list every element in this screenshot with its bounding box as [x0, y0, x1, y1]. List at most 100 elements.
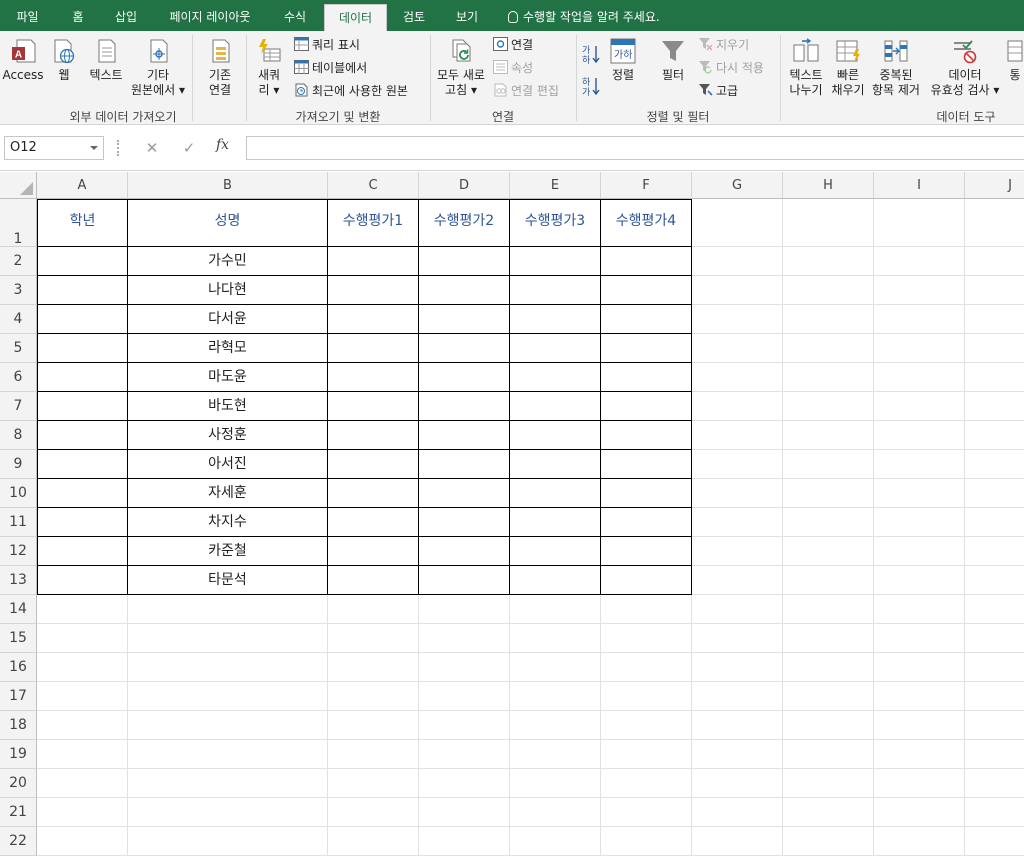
cell-j5[interactable]	[965, 334, 1024, 363]
column-header-c[interactable]: C	[328, 172, 419, 199]
cell-c20[interactable]	[328, 769, 419, 798]
cell-j19[interactable]	[965, 740, 1024, 769]
cell-i21[interactable]	[874, 798, 965, 827]
cell-a6[interactable]	[37, 363, 128, 392]
tab-review[interactable]: 검토	[392, 4, 436, 31]
cell-i8[interactable]	[874, 421, 965, 450]
sort-button[interactable]: 가하 정렬	[606, 37, 640, 83]
cell-c9[interactable]	[328, 450, 419, 479]
cell-d14[interactable]	[419, 595, 510, 624]
cell-h5[interactable]	[783, 334, 874, 363]
cell-d4[interactable]	[419, 305, 510, 334]
cell-c11[interactable]	[328, 508, 419, 537]
cell-b15[interactable]	[128, 624, 328, 653]
cell-b14[interactable]	[128, 595, 328, 624]
column-header-h[interactable]: H	[783, 172, 874, 199]
cell-g2[interactable]	[692, 247, 783, 276]
edit-links-button[interactable]: 연결 편집	[493, 83, 559, 99]
cell-g16[interactable]	[692, 653, 783, 682]
cell-h4[interactable]	[783, 305, 874, 334]
name-cell-b9[interactable]: 아서진	[128, 450, 328, 479]
cell-d3[interactable]	[419, 276, 510, 305]
cell-g10[interactable]	[692, 479, 783, 508]
cell-a8[interactable]	[37, 421, 128, 450]
row-header-1[interactable]: 1	[0, 199, 37, 247]
cell-i3[interactable]	[874, 276, 965, 305]
cell-e21[interactable]	[510, 798, 601, 827]
cell-j2[interactable]	[965, 247, 1024, 276]
cell-e3[interactable]	[510, 276, 601, 305]
cell-d17[interactable]	[419, 682, 510, 711]
formula-bar-grip[interactable]	[117, 140, 120, 156]
connections-button[interactable]: 연결	[493, 37, 533, 53]
cell-f7[interactable]	[601, 392, 692, 421]
cell-j22[interactable]	[965, 827, 1024, 856]
from-table-button[interactable]: 테이블에서	[294, 60, 367, 76]
column-header-b[interactable]: B	[128, 172, 328, 199]
cell-h18[interactable]	[783, 711, 874, 740]
cell-g8[interactable]	[692, 421, 783, 450]
cell-i18[interactable]	[874, 711, 965, 740]
cell-b18[interactable]	[128, 711, 328, 740]
cancel-icon[interactable]: ✕	[142, 139, 162, 157]
data-validation-button[interactable]: 데이터 유효성 검사 ▾	[926, 37, 1004, 98]
row-header-6[interactable]: 6	[0, 363, 37, 392]
cell-j18[interactable]	[965, 711, 1024, 740]
cell-e9[interactable]	[510, 450, 601, 479]
name-cell-b4[interactable]: 다서윤	[128, 305, 328, 334]
name-cell-b10[interactable]: 자세훈	[128, 479, 328, 508]
cell-e22[interactable]	[510, 827, 601, 856]
header-cell-b1[interactable]: 성명	[128, 199, 328, 247]
cell-e6[interactable]	[510, 363, 601, 392]
row-header-9[interactable]: 9	[0, 450, 37, 479]
cell-c19[interactable]	[328, 740, 419, 769]
tab-home[interactable]: 홈	[58, 4, 98, 31]
cell-c6[interactable]	[328, 363, 419, 392]
consolidate-button[interactable]: 통	[1006, 37, 1024, 83]
cell-a12[interactable]	[37, 537, 128, 566]
cell-h21[interactable]	[783, 798, 874, 827]
cell-g19[interactable]	[692, 740, 783, 769]
cell-c13[interactable]	[328, 566, 419, 595]
filter-button[interactable]: 필터	[656, 37, 690, 83]
name-cell-b11[interactable]: 차지수	[128, 508, 328, 537]
cell-c2[interactable]	[328, 247, 419, 276]
cell-d21[interactable]	[419, 798, 510, 827]
cell-a22[interactable]	[37, 827, 128, 856]
row-header-2[interactable]: 2	[0, 247, 37, 276]
row-header-8[interactable]: 8	[0, 421, 37, 450]
cell-c14[interactable]	[328, 595, 419, 624]
chevron-down-icon[interactable]	[90, 146, 98, 150]
cell-c3[interactable]	[328, 276, 419, 305]
cell-a21[interactable]	[37, 798, 128, 827]
cell-e12[interactable]	[510, 537, 601, 566]
header-cell-a1[interactable]: 학년	[37, 199, 128, 247]
cell-i15[interactable]	[874, 624, 965, 653]
row-header-11[interactable]: 11	[0, 508, 37, 537]
row-header-21[interactable]: 21	[0, 798, 37, 827]
cell-f11[interactable]	[601, 508, 692, 537]
sort-desc-button[interactable]: 하가	[580, 75, 602, 101]
flash-fill-button[interactable]: 빠른 채우기	[828, 37, 868, 98]
sort-asc-button[interactable]: 가하	[580, 43, 602, 69]
row-header-20[interactable]: 20	[0, 769, 37, 798]
cell-h12[interactable]	[783, 537, 874, 566]
cell-j21[interactable]	[965, 798, 1024, 827]
cell-i22[interactable]	[874, 827, 965, 856]
cell-d11[interactable]	[419, 508, 510, 537]
from-access-button[interactable]: A Access	[2, 37, 44, 83]
cell-g9[interactable]	[692, 450, 783, 479]
column-header-f[interactable]: F	[601, 172, 692, 199]
cell-e14[interactable]	[510, 595, 601, 624]
cell-a5[interactable]	[37, 334, 128, 363]
cell-d8[interactable]	[419, 421, 510, 450]
cell-j17[interactable]	[965, 682, 1024, 711]
cell-c12[interactable]	[328, 537, 419, 566]
header-cell-c1[interactable]: 수행평가1	[328, 199, 419, 247]
cell-a4[interactable]	[37, 305, 128, 334]
cell-j7[interactable]	[965, 392, 1024, 421]
cell-d12[interactable]	[419, 537, 510, 566]
cell-a7[interactable]	[37, 392, 128, 421]
cell-h1[interactable]	[783, 199, 874, 247]
cell-i16[interactable]	[874, 653, 965, 682]
